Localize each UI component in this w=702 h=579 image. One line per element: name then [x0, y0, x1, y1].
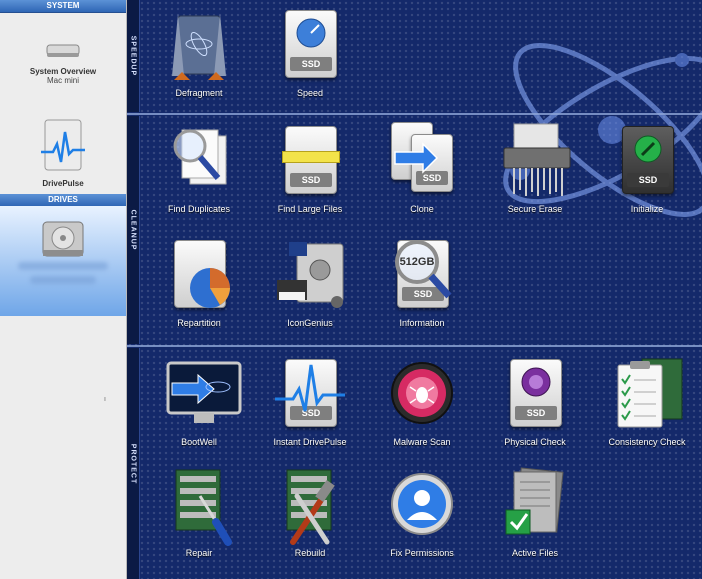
malware-bug-icon — [391, 362, 453, 424]
clone-arrow-icon — [394, 142, 439, 174]
pie-chart-icon — [190, 268, 230, 308]
repair-screwdriver-icon — [175, 469, 232, 546]
fix-permissions-label: Fix Permissions — [390, 548, 454, 558]
group-divider — [127, 113, 702, 115]
ssd-initialize-icon: SSD — [622, 126, 674, 194]
group-label-cleanup: CLEANUP — [127, 116, 140, 344]
group-divider — [127, 345, 702, 347]
tool-icongenius[interactable]: IconGenius — [255, 236, 365, 328]
ssd-measure-icon: SSD — [282, 126, 340, 194]
ssd-speed-icon: SSD — [285, 10, 337, 78]
tool-repartition[interactable]: Repartition — [144, 236, 254, 328]
clone-label: Clone — [410, 204, 434, 214]
tool-consistency-check[interactable]: Consistency Check — [592, 355, 702, 447]
tool-find-duplicates[interactable]: Find Duplicates — [144, 122, 254, 214]
sidebar: SYSTEM System Overview Mac mini DrivePul… — [0, 0, 127, 579]
drivepulse-icon — [41, 119, 85, 171]
repair-label: Repair — [185, 548, 213, 558]
system-overview-label: System Overview — [29, 67, 97, 76]
secure-erase-label: Secure Erase — [507, 204, 563, 214]
tool-secure-erase[interactable]: Secure Erase — [480, 122, 590, 214]
find-large-files-label: Find Large Files — [277, 204, 343, 214]
sidebar-item-system-overview[interactable]: System Overview Mac mini — [0, 40, 126, 85]
initialize-label: Initialize — [630, 204, 664, 214]
tool-clone[interactable]: SSD Clone — [367, 122, 477, 214]
tool-malware-scan[interactable]: Malware Scan — [367, 355, 477, 447]
rebuild-label: Rebuild — [294, 548, 326, 558]
fix-permissions-user-icon — [391, 473, 453, 535]
repartition-label: Repartition — [177, 318, 221, 328]
drive-size-redacted — [30, 276, 96, 284]
rebuild-tools-icon — [286, 469, 335, 545]
find-duplicates-label: Find Duplicates — [167, 204, 231, 214]
pulse-line-icon — [275, 364, 345, 412]
tool-initialize[interactable]: SSD Initialize — [592, 122, 702, 214]
information-label: Information — [399, 318, 445, 328]
capacity-label: 512GB — [399, 256, 435, 268]
tool-fix-permissions[interactable]: Fix Permissions — [367, 466, 477, 558]
physical-check-label: Physical Check — [504, 437, 566, 447]
shredder-icon — [503, 123, 571, 196]
sidebar-item-drive[interactable] — [0, 206, 126, 316]
splitter-handle[interactable]: ı — [104, 396, 106, 403]
group-label-protect: PROTECT — [127, 348, 140, 579]
tool-bootwell[interactable]: BootWell — [144, 355, 254, 447]
tool-repair[interactable]: Repair — [144, 466, 254, 558]
icongenius-label: IconGenius — [287, 318, 333, 328]
speed-label: Speed — [296, 88, 324, 98]
bootwell-label: BootWell — [181, 437, 217, 447]
malware-scan-label: Malware Scan — [393, 437, 451, 447]
ssd-physical-check-icon: SSD — [510, 359, 562, 427]
bootwell-monitor-icon — [166, 361, 242, 423]
clipboard-checklist-icon — [617, 358, 683, 428]
tool-rebuild[interactable]: Rebuild — [255, 466, 365, 558]
tool-defragment[interactable]: Defragment — [144, 6, 254, 98]
consistency-check-label: Consistency Check — [608, 437, 686, 447]
tool-active-files[interactable]: Active Files — [480, 466, 590, 558]
group-label-speedup: SPEEDUP — [127, 0, 140, 112]
drive-name-redacted — [18, 262, 108, 270]
sidebar-item-drivepulse[interactable]: DrivePulse — [0, 118, 126, 188]
tool-speed[interactable]: SSD Speed — [255, 6, 365, 98]
active-files-label: Active Files — [511, 548, 558, 558]
hard-drive-icon — [42, 221, 84, 257]
instant-drivepulse-label: Instant DrivePulse — [273, 437, 347, 447]
find-duplicates-icon — [173, 129, 227, 185]
system-section-header: SYSTEM — [0, 0, 126, 13]
tool-physical-check[interactable]: SSD Physical Check — [480, 355, 590, 447]
defragment-label: Defragment — [175, 88, 223, 98]
active-files-document-icon — [505, 467, 564, 535]
system-overview-model: Mac mini — [46, 76, 79, 85]
tool-information[interactable]: SSD 512GB Information — [367, 236, 477, 328]
icongenius-icon — [277, 242, 344, 308]
magnifier-icon — [395, 240, 452, 299]
tool-instant-drivepulse[interactable]: SSD Instant DrivePulse — [255, 355, 365, 447]
tools-panel: SPEEDUP CLEANUP PROTECT Defragment SSD S… — [127, 0, 702, 579]
defragment-icon — [172, 14, 226, 80]
drivepulse-label: DrivePulse — [42, 179, 84, 188]
mac-mini-icon — [46, 44, 80, 57]
tool-find-large-files[interactable]: SSD Find Large Files — [255, 122, 365, 214]
